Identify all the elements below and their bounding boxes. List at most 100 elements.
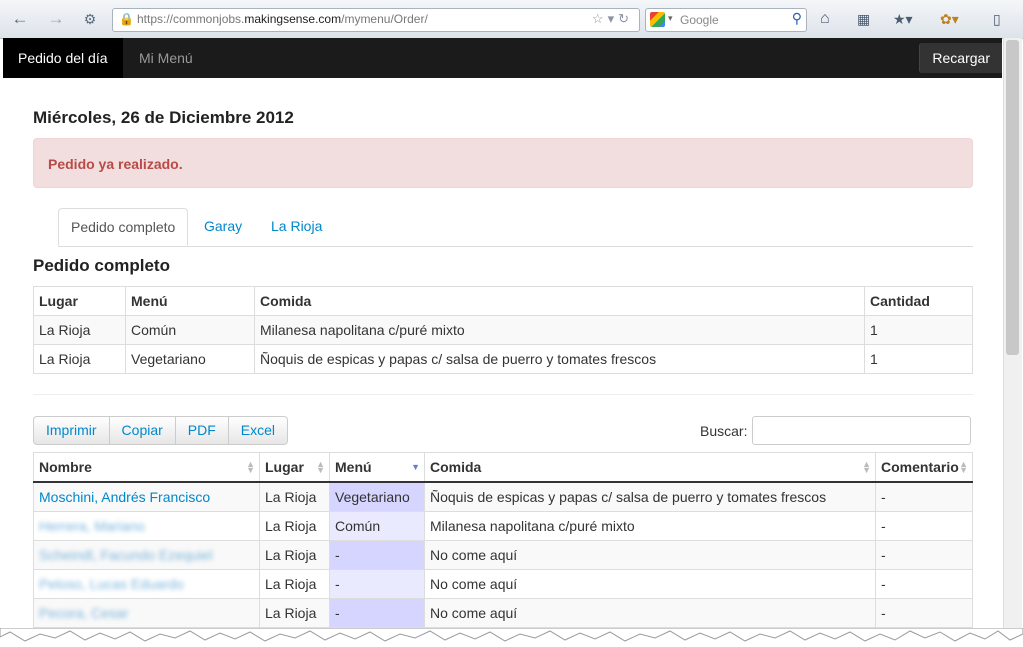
search-icon[interactable]: ⚲ (792, 10, 802, 27)
name-link[interactable]: Peloso, Lucas Eduardo (33, 569, 260, 599)
sort-icon: ▲ ▼ (862, 459, 871, 475)
table-cell: - (329, 569, 425, 599)
table-cell: 1 (864, 344, 973, 374)
section-title: Pedido completo (33, 256, 170, 275)
alert-box: Pedido ya realizado. (33, 138, 973, 188)
url-text: https://commonjobs.makingsense.com/mymen… (137, 12, 428, 26)
name-link[interactable]: Moschini, Andrés Francisco (33, 481, 260, 512)
table-row: Pecora, Cesar La Rioja - No come aquí - (33, 598, 973, 628)
table-cell: La Rioja (259, 569, 330, 599)
tab-garay[interactable]: Garay (192, 208, 254, 244)
table-cell: La Rioja (259, 598, 330, 628)
table-row: La Rioja Vegetariano Ñoquis de espicas y… (33, 344, 973, 374)
page-title: Miércoles, 26 de Diciembre 2012 (33, 108, 294, 127)
table-cell: - (875, 481, 973, 512)
table-cell: La Rioja (33, 344, 126, 374)
chevron-down-icon[interactable]: ▾ (668, 13, 673, 24)
addon-icon[interactable]: ✿▾ (940, 9, 959, 29)
sort-icon: ▲ ▼ (959, 459, 968, 475)
lock-icon: 🔒 (119, 12, 134, 26)
table-cell: - (875, 540, 973, 570)
scrollbar[interactable] (1003, 38, 1022, 628)
table-cell: Vegetariano (329, 481, 425, 512)
table-cell: La Rioja (259, 540, 330, 570)
export-button-group: Imprimir Copiar PDF Excel (33, 416, 289, 445)
table-cell: La Rioja (33, 315, 126, 345)
table-cell: No come aquí (424, 540, 876, 570)
column-header-menu[interactable]: Menú ▼ (329, 452, 425, 483)
table-cell: Milanesa napolitana c/puré mixto (254, 315, 865, 345)
name-link[interactable]: Pecora, Cesar (33, 598, 260, 628)
star-icon[interactable]: ☆ (592, 11, 608, 26)
browser-search-input[interactable]: ▾ Google ⚲ (645, 8, 807, 32)
name-link[interactable]: Herrera, Mariano (33, 511, 260, 541)
column-header-lugar[interactable]: Lugar ▲ ▼ (259, 452, 330, 483)
name-link[interactable]: Scheindl, Facundo Ezequiel (33, 540, 260, 570)
column-header: Cantidad (864, 286, 973, 316)
pdf-button[interactable]: PDF (174, 416, 229, 445)
search-input[interactable] (752, 416, 971, 445)
excel-button[interactable]: Excel (227, 416, 289, 445)
bookmark-icon[interactable]: ★▾ (893, 9, 913, 29)
grid-icon[interactable]: ▦ (857, 9, 870, 29)
table-row: Scheindl, Facundo Ezequiel La Rioja - No… (33, 540, 973, 570)
google-icon (650, 12, 665, 27)
table-cell: Milanesa napolitana c/puré mixto (424, 511, 876, 541)
column-header-comida[interactable]: Comida ▲ ▼ (424, 452, 876, 483)
browser-toolbar: ← → ⚙ 🔒 https://commonjobs.makingsense.c… (0, 0, 1023, 39)
table-cell: Vegetariano (125, 344, 255, 374)
tab-pedido-completo[interactable]: Pedido completo (58, 208, 189, 246)
column-header: Menú (125, 286, 255, 316)
orders-table: Nombre ▲ ▼ Lugar ▲ ▼ Menú ▼ Comida ▲ ▼ Comentar… (33, 452, 973, 628)
dropdown-icon[interactable]: ▾ (608, 11, 619, 26)
table-cell: - (329, 540, 425, 570)
search-label: Buscar: (700, 423, 748, 439)
table-cell: La Rioja (259, 511, 330, 541)
back-icon[interactable]: ← (10, 9, 30, 29)
table-cell: No come aquí (424, 598, 876, 628)
column-header: Comida (254, 286, 865, 316)
tabs: Pedido completo Garay La Rioja (58, 208, 973, 247)
alert-text: Pedido ya realizado. (48, 156, 183, 172)
app-navbar: Pedido del día Mi Menú Recargar (3, 38, 1002, 78)
table-row: Peloso, Lucas Eduardo La Rioja - No come… (33, 569, 973, 599)
table-cell: 1 (864, 315, 973, 345)
table-cell: La Rioja (259, 481, 330, 512)
sort-icon: ▲ ▼ (316, 459, 325, 475)
table-cell: - (875, 511, 973, 541)
address-bar[interactable]: 🔒 https://commonjobs.makingsense.com/mym… (112, 8, 640, 32)
column-header-comentario[interactable]: Comentario ▲ ▼ (875, 452, 973, 483)
table-row: Herrera, Mariano La Rioja Común Milanesa… (33, 511, 973, 541)
tab-la-rioja[interactable]: La Rioja (259, 208, 334, 244)
print-button[interactable]: Imprimir (33, 416, 110, 445)
table-cell: - (329, 598, 425, 628)
search-placeholder: Google (680, 13, 719, 27)
tools-icon[interactable]: ⚙ (80, 9, 100, 29)
table-cell: - (875, 569, 973, 599)
copy-button[interactable]: Copiar (108, 416, 176, 445)
column-header-nombre[interactable]: Nombre ▲ ▼ (33, 452, 260, 483)
table-row: Moschini, Andrés Francisco La Rioja Vege… (33, 481, 973, 512)
sort-desc-icon: ▼ (411, 462, 420, 472)
sort-icon: ▲ ▼ (246, 459, 255, 475)
table-row: La Rioja Común Milanesa napolitana c/pur… (33, 315, 973, 345)
column-header: Lugar (33, 286, 126, 316)
table-cell: No come aquí (424, 569, 876, 599)
sidebar-icon[interactable]: ▯ (993, 9, 1001, 29)
home-icon[interactable]: ⌂ (820, 9, 830, 29)
table-cell: Común (125, 315, 255, 345)
table-cell: Ñoquis de espicas y papas c/ salsa de pu… (424, 481, 876, 512)
scroll-thumb[interactable] (1006, 40, 1019, 355)
table-cell: Ñoquis de espicas y papas c/ salsa de pu… (254, 344, 865, 374)
torn-edge (0, 628, 1023, 642)
reload-button[interactable]: Recargar (919, 43, 1002, 73)
reload-icon[interactable]: ↻ (618, 11, 633, 26)
forward-icon[interactable]: → (46, 9, 66, 29)
main-content: Miércoles, 26 de Diciembre 2012 Pedido y… (3, 78, 1003, 628)
table-cell: - (875, 598, 973, 628)
table-cell: Común (329, 511, 425, 541)
summary-table: Lugar Menú Comida Cantidad La Rioja Comú… (33, 286, 973, 374)
nav-pedido-del-dia[interactable]: Pedido del día (3, 38, 123, 78)
divider (33, 394, 973, 395)
nav-mi-menu[interactable]: Mi Menú (124, 38, 208, 78)
